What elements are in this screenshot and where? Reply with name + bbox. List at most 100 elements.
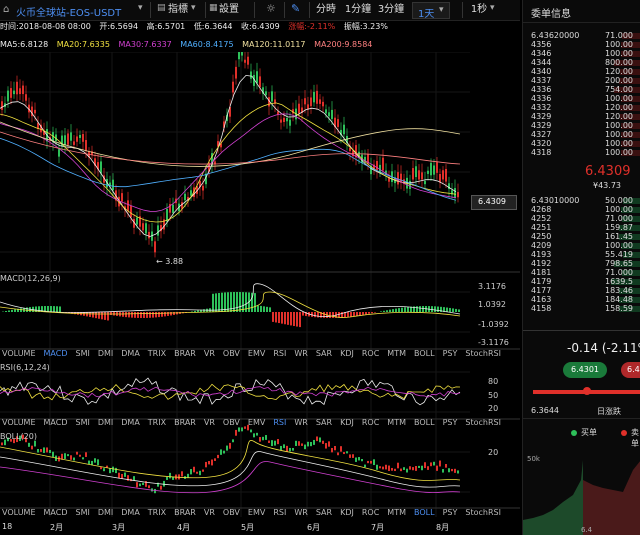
indicator-tab-stochrsi[interactable]: StochRSI bbox=[465, 418, 501, 427]
range-slider[interactable] bbox=[533, 387, 640, 395]
indicator-tab-boll[interactable]: BOLL bbox=[414, 418, 435, 427]
theme-icon[interactable]: ☼ bbox=[266, 2, 276, 15]
indicator-tab-obv[interactable]: OBV bbox=[223, 508, 240, 517]
indicator-tab-sar[interactable]: SAR bbox=[316, 349, 332, 358]
indicator-tab-stochrsi[interactable]: StochRSI bbox=[465, 349, 501, 358]
indicator-tab-volume[interactable]: VOLUME bbox=[2, 418, 36, 427]
indicator-tab-dmi[interactable]: DMI bbox=[98, 349, 113, 358]
boll-candle bbox=[352, 454, 354, 458]
tab-1min[interactable]: 1分鐘 bbox=[343, 2, 373, 17]
indicator-tab-rsi[interactable]: RSI bbox=[273, 349, 286, 358]
candle-body bbox=[427, 170, 429, 174]
bid-row[interactable]: 4192 798.65 bbox=[531, 260, 640, 268]
bid-price-button[interactable]: 6.4301 bbox=[563, 362, 607, 378]
home-icon[interactable]: ⌂ bbox=[3, 4, 9, 15]
indicator-tab-kdj[interactable]: KDJ bbox=[340, 418, 354, 427]
draw-pen-icon[interactable]: ✎ bbox=[291, 2, 300, 15]
indicator-tab-trix[interactable]: TRIX bbox=[148, 418, 166, 427]
indicator-tab-obv[interactable]: OBV bbox=[223, 349, 240, 358]
search-icon[interactable]: ▤ bbox=[157, 3, 166, 13]
indicator-tab-volume[interactable]: VOLUME bbox=[2, 508, 36, 517]
indicator-tab-sar[interactable]: SAR bbox=[316, 508, 332, 517]
indicator-tab-emv[interactable]: EMV bbox=[248, 508, 265, 517]
indicator-tab-volume[interactable]: VOLUME bbox=[2, 349, 36, 358]
indicator-tab-vr[interactable]: VR bbox=[204, 349, 215, 358]
tab-timeline[interactable]: 分時 bbox=[313, 2, 339, 17]
indicator-tab-mtm[interactable]: MTM bbox=[387, 349, 406, 358]
indicator-tab-brar[interactable]: BRAR bbox=[174, 418, 196, 427]
settings-button[interactable]: 設置 bbox=[217, 2, 241, 17]
indicator-tab-roc[interactable]: ROC bbox=[362, 349, 379, 358]
indicator-tab-mtm[interactable]: MTM bbox=[387, 508, 406, 517]
indicator-tab-boll[interactable]: BOLL bbox=[414, 349, 435, 358]
indicator-tab-trix[interactable]: TRIX bbox=[148, 508, 166, 517]
indicator-tab-dmi[interactable]: DMI bbox=[98, 508, 113, 517]
indicator-tab-macd[interactable]: MACD bbox=[44, 349, 68, 358]
indicator-tab-brar[interactable]: BRAR bbox=[174, 349, 196, 358]
indicator-tab-wr[interactable]: WR bbox=[294, 418, 307, 427]
chevron-down-icon[interactable]: ▾ bbox=[138, 3, 143, 13]
indicator-tab-smi[interactable]: SMI bbox=[75, 508, 89, 517]
indicator-tab-psy[interactable]: PSY bbox=[443, 508, 458, 517]
indicator-tab-boll[interactable]: BOLL bbox=[414, 508, 435, 517]
indicator-tab-sar[interactable]: SAR bbox=[316, 418, 332, 427]
chevron-down-icon[interactable]: ▾ bbox=[490, 3, 495, 13]
indicator-tab-dma[interactable]: DMA bbox=[121, 508, 140, 517]
indicator-tab-trix[interactable]: TRIX bbox=[148, 349, 166, 358]
indicator-tab-kdj[interactable]: KDJ bbox=[340, 508, 354, 517]
symbol-title[interactable]: 火币全球站-EOS-USDT bbox=[16, 4, 121, 19]
indicator-tab-dmi[interactable]: DMI bbox=[98, 418, 113, 427]
chevron-down-icon[interactable]: ▾ bbox=[191, 3, 196, 13]
macd-bar bbox=[5, 311, 7, 312]
bid-row[interactable]: 4250 161.45 bbox=[531, 233, 640, 241]
indicator-tab-psy[interactable]: PSY bbox=[443, 418, 458, 427]
indicator-tab-dma[interactable]: DMA bbox=[121, 349, 140, 358]
boll-candle bbox=[415, 466, 417, 471]
indicator-tab-psy[interactable]: PSY bbox=[443, 349, 458, 358]
indicator-tab-wr[interactable]: WR bbox=[294, 349, 307, 358]
indicator-tab-rsi[interactable]: RSI bbox=[273, 508, 286, 517]
indicator-tab-macd[interactable]: MACD bbox=[44, 508, 68, 517]
indicator-tab-obv[interactable]: OBV bbox=[223, 418, 240, 427]
indicator-tab-emv[interactable]: EMV bbox=[248, 418, 265, 427]
range-slider-handle[interactable] bbox=[583, 387, 591, 395]
bid-row[interactable]: 4209 100.00 bbox=[531, 242, 640, 250]
bid-row[interactable]: 6.43010000 50.000 bbox=[531, 197, 640, 205]
bid-row[interactable]: 4179 1639.5 bbox=[531, 278, 640, 286]
candlestick-chart[interactable] bbox=[0, 52, 520, 517]
indicator-tab-vr[interactable]: VR bbox=[204, 418, 215, 427]
macd-bar bbox=[419, 306, 421, 312]
bid-row[interactable]: 4252 71.000 bbox=[531, 215, 640, 223]
boll-candle bbox=[343, 452, 345, 455]
indicator-button[interactable]: 指標 bbox=[166, 2, 190, 17]
indicator-tab-roc[interactable]: ROC bbox=[362, 418, 379, 427]
bid-row[interactable]: 4163 184.48 bbox=[531, 296, 640, 304]
indicator-tab-emv[interactable]: EMV bbox=[248, 349, 265, 358]
indicator-tab-smi[interactable]: SMI bbox=[75, 418, 89, 427]
bid-row[interactable]: 4251 159.87 bbox=[531, 224, 640, 232]
bid-row[interactable]: 4193 55.419 bbox=[531, 251, 640, 259]
tab-3min[interactable]: 3分鐘 bbox=[376, 2, 406, 17]
indicator-tab-mtm[interactable]: MTM bbox=[387, 418, 406, 427]
bid-row[interactable]: 4181 71.000 bbox=[531, 269, 640, 277]
indicator-tab-vr[interactable]: VR bbox=[204, 508, 215, 517]
order-qty: 50.000 bbox=[605, 196, 633, 205]
bid-row[interactable]: 4177 183.46 bbox=[531, 287, 640, 295]
ask-price-button[interactable]: 6.43 bbox=[621, 362, 640, 378]
bid-row[interactable]: 4268 100.00 bbox=[531, 206, 640, 214]
refresh-interval[interactable]: 1秒 bbox=[470, 2, 488, 17]
bid-row[interactable]: 4158 158.59 bbox=[531, 305, 640, 313]
interval-select[interactable]: 1天 ▾ bbox=[412, 2, 450, 20]
indicator-tab-kdj[interactable]: KDJ bbox=[340, 349, 354, 358]
indicator-tab-smi[interactable]: SMI bbox=[75, 349, 89, 358]
boll-candle bbox=[457, 470, 459, 474]
indicator-tab-macd[interactable]: MACD bbox=[44, 418, 68, 427]
indicator-tab-brar[interactable]: BRAR bbox=[174, 508, 196, 517]
boll-candle bbox=[1, 442, 3, 446]
indicator-tab-wr[interactable]: WR bbox=[294, 508, 307, 517]
indicator-tab-dma[interactable]: DMA bbox=[121, 418, 140, 427]
macd-bar bbox=[314, 312, 316, 318]
indicator-tab-stochrsi[interactable]: StochRSI bbox=[465, 508, 501, 517]
indicator-tab-rsi[interactable]: RSI bbox=[273, 418, 286, 427]
indicator-tab-roc[interactable]: ROC bbox=[362, 508, 379, 517]
